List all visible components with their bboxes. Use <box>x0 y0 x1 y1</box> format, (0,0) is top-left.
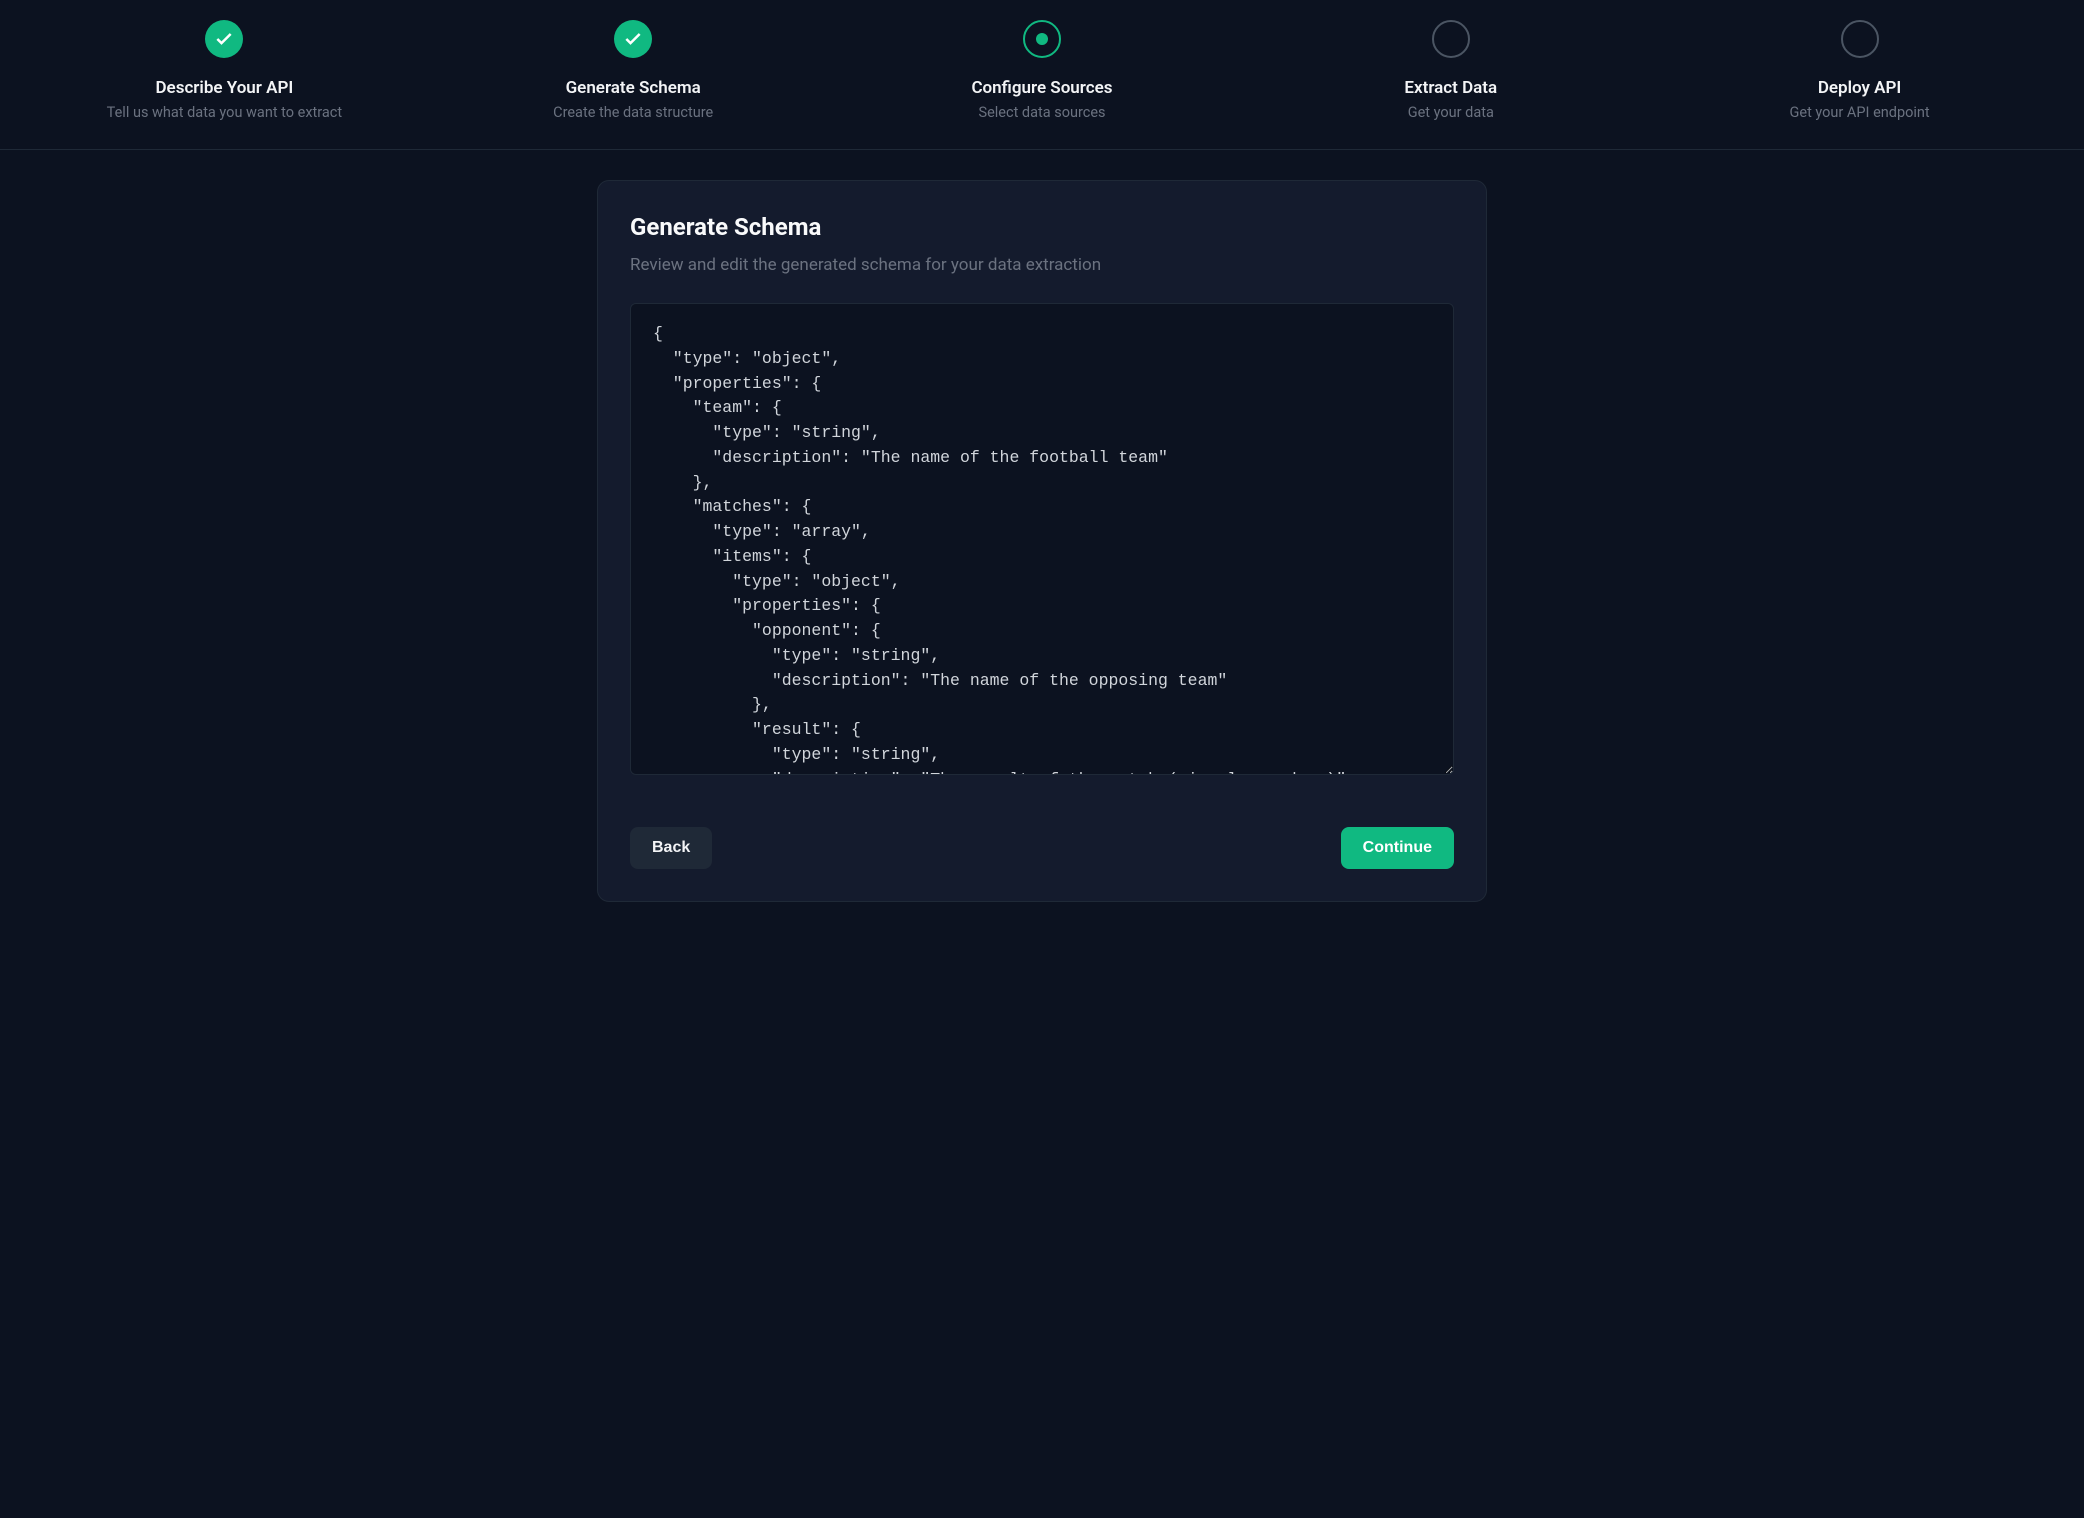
step-subtitle: Select data sources <box>978 104 1105 121</box>
step-indicator-pending <box>1432 20 1470 58</box>
check-icon <box>623 29 643 49</box>
step-subtitle: Get your data <box>1408 104 1494 121</box>
button-row: Back Continue <box>630 827 1454 869</box>
step-generate-schema[interactable]: Generate Schema Create the data structur… <box>503 20 763 121</box>
schema-card: Generate Schema Review and edit the gene… <box>597 180 1487 902</box>
step-indicator-active <box>1023 20 1061 58</box>
step-subtitle: Get your API endpoint <box>1790 104 1930 121</box>
card-title: Generate Schema <box>630 213 1454 241</box>
step-indicator-completed <box>614 20 652 58</box>
step-title: Configure Sources <box>971 78 1112 98</box>
schema-editor[interactable] <box>630 303 1454 775</box>
step-subtitle: Create the data structure <box>553 104 713 121</box>
wizard-stepper: Describe Your API Tell us what data you … <box>0 0 2084 150</box>
step-title: Describe Your API <box>155 78 293 98</box>
step-indicator-pending <box>1841 20 1879 58</box>
step-configure-sources[interactable]: Configure Sources Select data sources <box>912 20 1172 121</box>
step-deploy-api[interactable]: Deploy API Get your API endpoint <box>1730 20 1990 121</box>
continue-button[interactable]: Continue <box>1341 827 1454 869</box>
step-title: Generate Schema <box>566 78 701 98</box>
step-describe-api[interactable]: Describe Your API Tell us what data you … <box>94 20 354 121</box>
back-button[interactable]: Back <box>630 827 712 869</box>
step-title: Extract Data <box>1404 78 1497 98</box>
step-indicator-completed <box>205 20 243 58</box>
step-subtitle: Tell us what data you want to extract <box>107 104 342 121</box>
check-icon <box>214 29 234 49</box>
step-title: Deploy API <box>1818 78 1902 98</box>
step-extract-data[interactable]: Extract Data Get your data <box>1321 20 1581 121</box>
card-description: Review and edit the generated schema for… <box>630 255 1454 275</box>
main-content: Generate Schema Review and edit the gene… <box>0 150 2084 942</box>
